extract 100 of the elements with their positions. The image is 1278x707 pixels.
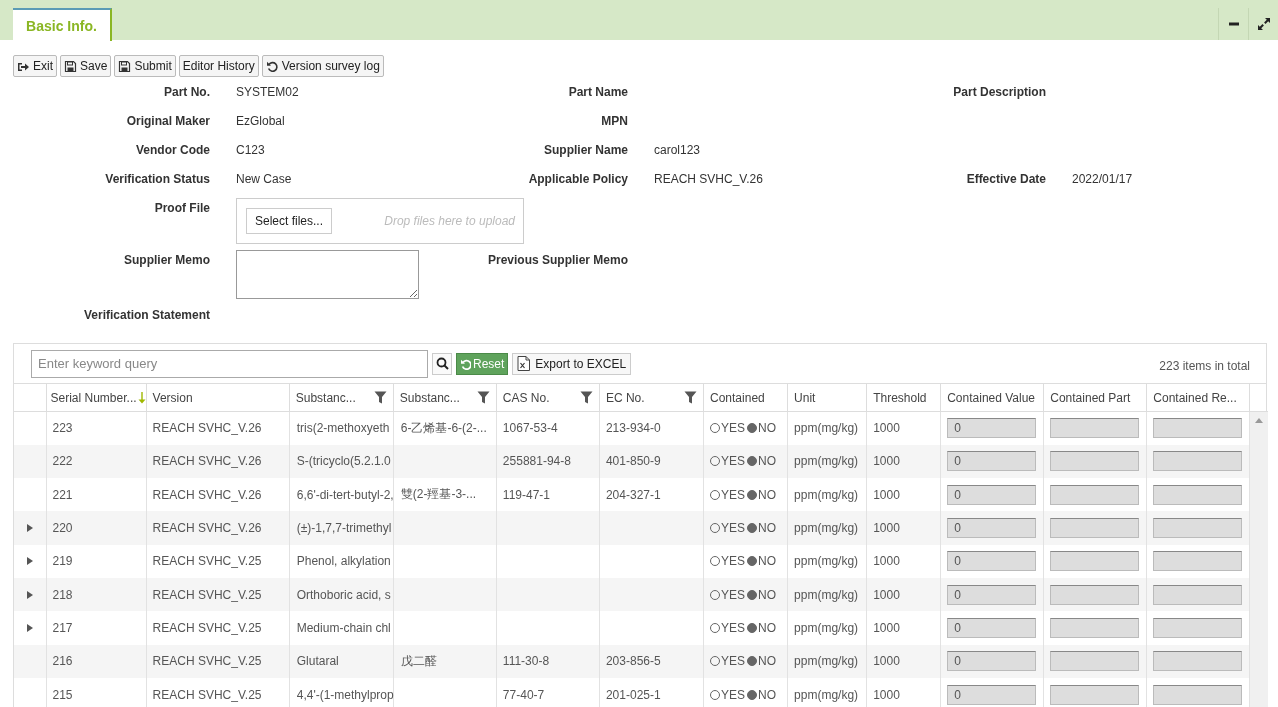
field-label: Verification Status [104, 171, 210, 186]
table-cell: 216 [46, 644, 147, 678]
table-cell: S-(tricyclo(5.2.1.0 [289, 444, 394, 479]
search-icon [435, 357, 449, 370]
table-cell: REACH SVHC_V.26 [146, 444, 290, 479]
table-cell: 6-乙烯基-6-(2-... [393, 411, 497, 445]
column-header[interactable]: Version [146, 384, 290, 412]
undo-circle-icon [460, 357, 471, 370]
field-label: Supplier Name [542, 142, 628, 157]
table-cell: REACH SVHC_V.25 [146, 677, 290, 707]
table-cell: REACH SVHC_V.26 [146, 411, 290, 445]
radio-option[interactable]: NO [747, 587, 777, 602]
field-value: C123 [236, 143, 265, 157]
table-cell: (±)-1,7,7-trimethyl [289, 511, 394, 545]
radio-option[interactable]: NO [747, 687, 777, 702]
table-cell: ppm(mg/kg) [787, 511, 867, 545]
field-value: REACH SVHC_V.26 [654, 172, 763, 186]
table-cell: 1000 [866, 677, 941, 707]
table-cell: ppm(mg/kg) [787, 411, 867, 445]
toolbar-button[interactable]: Exit [13, 55, 57, 77]
table-cell: 1000 [866, 444, 941, 479]
radio-option[interactable]: NO [747, 487, 777, 502]
field-label: Part Name [567, 84, 628, 99]
radio-option[interactable]: YES [710, 687, 746, 702]
table-cell: 戊二醛 [393, 644, 497, 678]
field-label: Proof File [153, 200, 210, 215]
column-header[interactable]: Contained Re... [1146, 384, 1250, 412]
table-cell: REACH SVHC_V.25 [146, 644, 290, 678]
table-cell: 4,4'-(1-methylprop [289, 677, 394, 707]
excel-file-icon [517, 356, 531, 371]
radio-option[interactable]: YES [710, 554, 746, 569]
table-cell: ppm(mg/kg) [787, 644, 867, 678]
radio-option[interactable]: YES [710, 421, 746, 436]
column-header[interactable]: EC No. [599, 384, 704, 412]
radio-option[interactable]: NO [747, 620, 777, 635]
toolbar-button[interactable]: Editor History [178, 55, 259, 77]
field-value: EzGlobal [236, 114, 285, 128]
radio-option[interactable]: NO [747, 554, 777, 569]
table-cell: Phenol, alkylation [289, 544, 394, 578]
table-cell: 111-30-8 [496, 644, 600, 678]
radio-option[interactable]: YES [710, 521, 746, 536]
table-cell: Glutaral [289, 644, 394, 678]
table-cell: 1000 [866, 511, 941, 545]
table-cell: ppm(mg/kg) [787, 544, 867, 578]
item-count: 223 items in total [1159, 357, 1250, 373]
table-cell: tris(2-methoxyeth [289, 411, 394, 445]
search-button[interactable] [432, 352, 452, 375]
column-header[interactable]: Serial Number... [46, 384, 147, 412]
column-header[interactable]: Substanc... [393, 384, 497, 412]
toolbar-button[interactable]: Save [60, 55, 112, 77]
table-cell: REACH SVHC_V.25 [146, 544, 290, 578]
memo-field[interactable] [236, 250, 419, 299]
table-cell: 1000 [866, 544, 941, 578]
field-label: Original Maker [125, 113, 210, 128]
field-label: Vendor Code [135, 142, 210, 157]
toolbar-button[interactable]: Submit [114, 55, 176, 77]
radio-option[interactable]: YES [710, 654, 746, 669]
table-cell: 1000 [866, 578, 941, 612]
export-button[interactable]: Export to EXCEL [512, 352, 632, 375]
table-cell: ppm(mg/kg) [787, 578, 867, 612]
column-header[interactable]: Contained Part [1043, 384, 1147, 412]
scroll-up-arrow-icon [1255, 418, 1264, 423]
column-header[interactable]: Contained Value [940, 384, 1044, 412]
radio-option[interactable]: NO [747, 654, 777, 669]
field-value: SYSTEM02 [236, 85, 299, 99]
table-cell: 219 [46, 544, 147, 578]
field-label: Applicable Policy [527, 171, 628, 186]
radio-option[interactable]: YES [710, 620, 746, 635]
table-cell: 220 [46, 511, 147, 545]
field-label: Verification Statement [82, 307, 210, 322]
table-cell: 77-40-7 [496, 677, 600, 707]
table-cell: Medium-chain chl [289, 611, 394, 645]
radio-option[interactable]: YES [710, 487, 746, 502]
search-field[interactable]: Enter keyword query [31, 349, 428, 378]
column-header[interactable]: CAS No. [496, 384, 600, 412]
field-value: 2022/01/17 [1072, 172, 1133, 186]
table-cell: 201-025-1 [599, 677, 704, 707]
table-cell: 217 [46, 611, 147, 645]
radio-option[interactable]: YES [710, 587, 746, 602]
upload-dropzone[interactable]: Select files... Drop files here to upload [236, 198, 524, 244]
radio-option[interactable]: NO [747, 421, 777, 436]
select-files-button[interactable]: Select files... [246, 208, 333, 234]
table-cell: 222 [46, 444, 147, 479]
column-header[interactable]: Threshold [866, 384, 941, 412]
table-cell: 401-850-9 [599, 444, 704, 479]
table-cell: 1067-53-4 [496, 411, 600, 445]
table-cell: ppm(mg/kg) [787, 677, 867, 707]
toolbar-button[interactable]: Version survey log [261, 55, 384, 77]
radio-option[interactable]: NO [747, 454, 777, 469]
column-header[interactable]: Contained [703, 384, 788, 412]
field-label: Part No. [163, 84, 210, 99]
column-header[interactable]: Unit [787, 384, 867, 412]
expand-icon [1256, 17, 1271, 31]
column-header[interactable]: Substanc... [289, 384, 394, 412]
table-cell: 1000 [866, 644, 941, 678]
radio-option[interactable]: NO [747, 521, 777, 536]
table-cell: 215 [46, 677, 147, 707]
table-cell: 1000 [866, 411, 941, 445]
radio-option[interactable]: YES [710, 454, 746, 469]
table-cell: 223 [46, 411, 147, 445]
